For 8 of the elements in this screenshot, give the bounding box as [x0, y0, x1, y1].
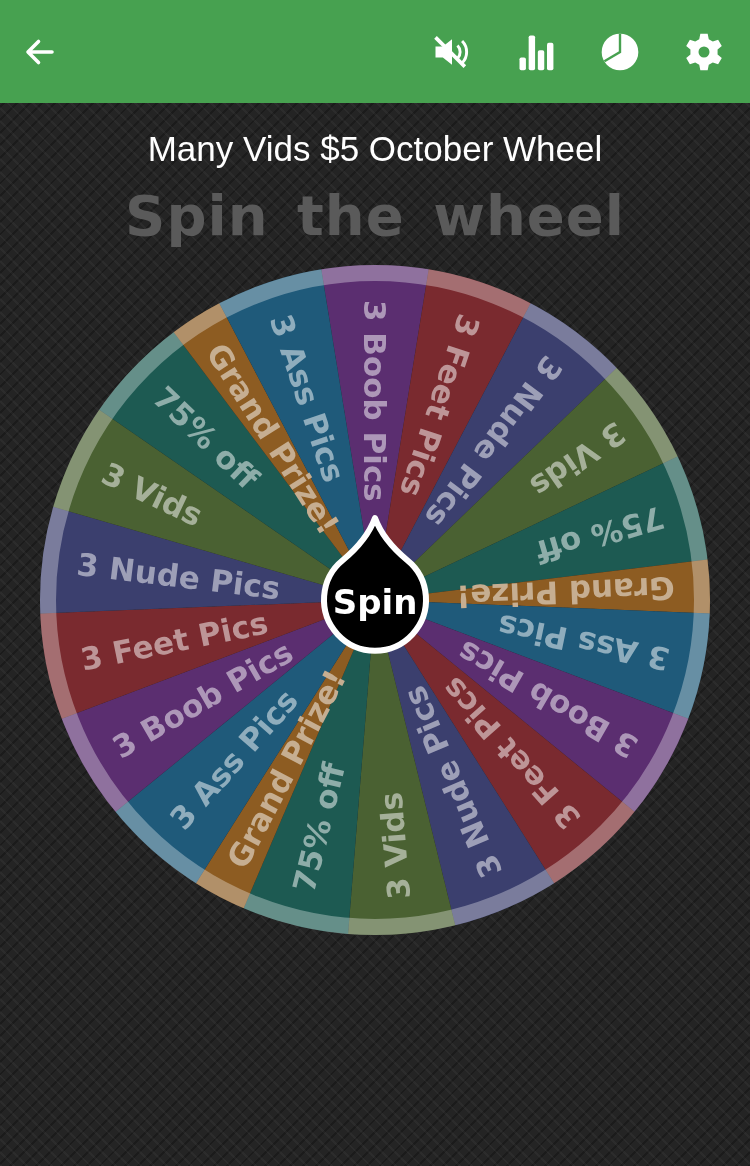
- spin-heading: Spin the wheel: [125, 183, 625, 248]
- segment-label: 3 Vids: [96, 455, 209, 534]
- segment-label: 75% off: [531, 499, 669, 571]
- segment-label: 3 Vids: [372, 790, 418, 901]
- segment-label: 3 Nude Pics: [75, 546, 283, 607]
- segment-label: 3 Boob Pics: [357, 300, 393, 502]
- wheel-title: Many Vids $5 October Wheel: [147, 129, 603, 169]
- segment-label: Grand Prize!: [455, 569, 676, 615]
